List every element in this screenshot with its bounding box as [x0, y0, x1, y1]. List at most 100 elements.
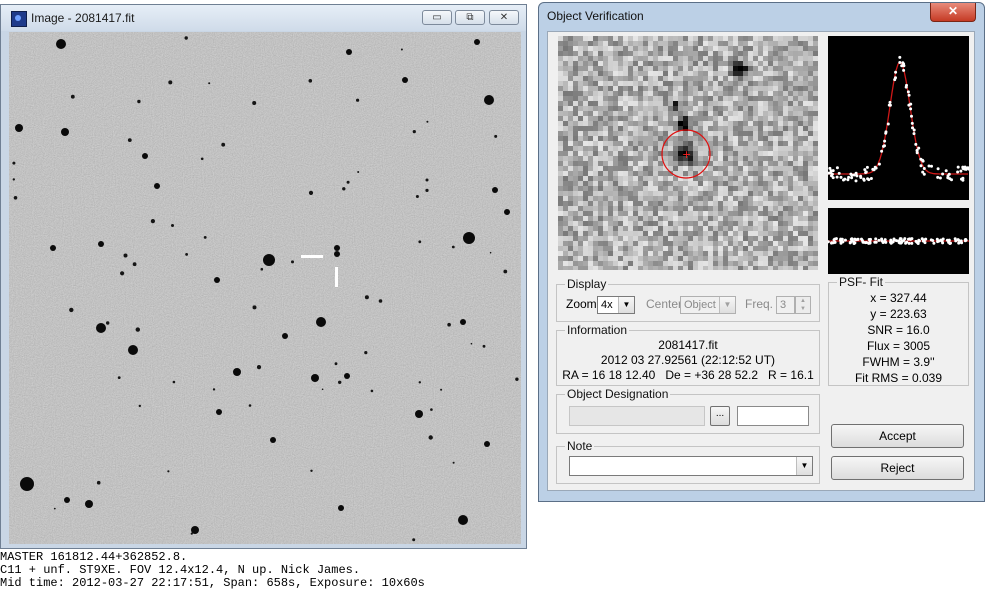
star: [378, 299, 383, 303]
thumbnail-pixel: [703, 146, 708, 151]
thumbnail-pixel: [558, 211, 563, 216]
thumbnail-pixel: [558, 91, 563, 96]
thumbnail-pixel: [643, 51, 648, 56]
zoom-select[interactable]: 4x ▼: [597, 296, 635, 314]
note-select[interactable]: ▼: [569, 456, 813, 476]
thumbnail-pixel: [703, 236, 708, 241]
thumbnail-pixel: [713, 36, 718, 41]
thumbnail-pixel: [623, 71, 628, 76]
thumbnail-pixel: [628, 176, 633, 181]
psf-y: y = 223.63: [870, 307, 927, 321]
thumbnail-pixel: [678, 266, 683, 270]
designation-code-input[interactable]: [737, 406, 809, 426]
thumbnail-pixel: [718, 96, 723, 101]
thumbnail-pixel: [628, 161, 633, 166]
thumbnail-pixel: [663, 256, 668, 261]
thumbnail-pixel: [788, 166, 793, 171]
zoom-thumbnail[interactable]: +: [558, 36, 818, 270]
thumbnail-pixel: [783, 121, 788, 126]
thumbnail-pixel: [648, 131, 653, 136]
star: [344, 373, 350, 379]
thumbnail-pixel: [698, 126, 703, 131]
thumbnail-pixel: [703, 66, 708, 71]
thumbnail-pixel: [658, 81, 663, 86]
freq-spinner[interactable]: ▲ ▼: [795, 296, 811, 314]
restore-button[interactable]: ⧉: [455, 10, 485, 25]
thumbnail-pixel: [688, 91, 693, 96]
thumbnail-pixel: [773, 236, 778, 241]
psf-point: [835, 166, 839, 170]
thumbnail-pixel: [598, 131, 603, 136]
thumbnail-pixel: [593, 116, 598, 121]
star-field-image[interactable]: [9, 32, 521, 544]
thumbnail-pixel: [783, 246, 788, 251]
thumbnail-pixel: [748, 186, 753, 191]
thumbnail-pixel: [598, 151, 603, 156]
thumbnail-pixel: [743, 101, 748, 106]
thumbnail-pixel: [618, 46, 623, 51]
thumbnail-pixel: [648, 86, 653, 91]
thumbnail-pixel: [778, 186, 783, 191]
thumbnail-pixel: [558, 36, 563, 41]
thumbnail-pixel: [733, 236, 738, 241]
thumbnail-pixel: [753, 66, 758, 71]
thumbnail-pixel: [808, 211, 813, 216]
thumbnail-pixel: [578, 86, 583, 91]
thumbnail-pixel: [618, 216, 623, 221]
image-window-titlebar[interactable]: Image - 2081417.fit ▭ ⧉ ✕: [1, 5, 526, 31]
accept-button[interactable]: Accept: [831, 424, 964, 448]
thumbnail-pixel: [588, 86, 593, 91]
thumbnail-pixel: [593, 231, 598, 236]
thumbnail-pixel: [728, 221, 733, 226]
thumbnail-pixel: [633, 71, 638, 76]
thumbnail-pixel: [688, 221, 693, 226]
thumbnail-pixel: [618, 116, 623, 121]
thumbnail-pixel: [578, 41, 583, 46]
thumbnail-pixel: [653, 66, 658, 71]
reject-button[interactable]: Reject: [831, 456, 964, 480]
thumbnail-pixel: [728, 161, 733, 166]
thumbnail-pixel: [773, 136, 778, 141]
center-select[interactable]: Object ▼: [680, 296, 736, 314]
thumbnail-pixel: [758, 56, 763, 61]
thumbnail-pixel: [593, 191, 598, 196]
thumbnail-pixel: [628, 226, 633, 231]
thumbnail-pixel: [568, 191, 573, 196]
thumbnail-pixel: [658, 86, 663, 91]
thumbnail-pixel: [568, 46, 573, 51]
thumbnail-pixel: [648, 226, 653, 231]
psf-point: [936, 175, 940, 179]
thumbnail-pixel: [738, 101, 743, 106]
thumbnail-pixel: [598, 266, 603, 270]
thumbnail-pixel: [643, 106, 648, 111]
minimize-button[interactable]: ▭: [422, 10, 452, 25]
freq-input[interactable]: 3: [776, 296, 795, 314]
browse-button[interactable]: ...: [710, 406, 730, 426]
thumbnail-pixel: [753, 131, 758, 136]
thumbnail-pixel: [598, 236, 603, 241]
star: [127, 138, 132, 142]
thumbnail-pixel: [568, 81, 573, 86]
thumbnail-pixel: [603, 256, 608, 261]
designation-input[interactable]: [569, 406, 705, 426]
thumbnail-pixel: [753, 186, 758, 191]
close-button[interactable]: ✕: [489, 10, 519, 25]
thumbnail-pixel: [678, 116, 683, 121]
thumbnail-pixel: [573, 41, 578, 46]
thumbnail-pixel: [593, 101, 598, 106]
thumbnail-pixel: [723, 51, 728, 56]
thumbnail-pixel: [558, 206, 563, 211]
thumbnail-pixel: [703, 91, 708, 96]
thumbnail-pixel: [808, 161, 813, 166]
thumbnail-pixel: [743, 116, 748, 121]
thumbnail-pixel: [663, 196, 668, 201]
thumbnail-pixel: [608, 126, 613, 131]
thumbnail-pixel: [813, 176, 818, 181]
thumbnail-pixel: [663, 86, 668, 91]
verification-close-button[interactable]: ✕: [930, 3, 976, 22]
thumbnail-pixel: [643, 251, 648, 256]
thumbnail-pixel: [593, 211, 598, 216]
thumbnail-pixel: [703, 186, 708, 191]
thumbnail-pixel: [583, 246, 588, 251]
star: [415, 195, 419, 198]
